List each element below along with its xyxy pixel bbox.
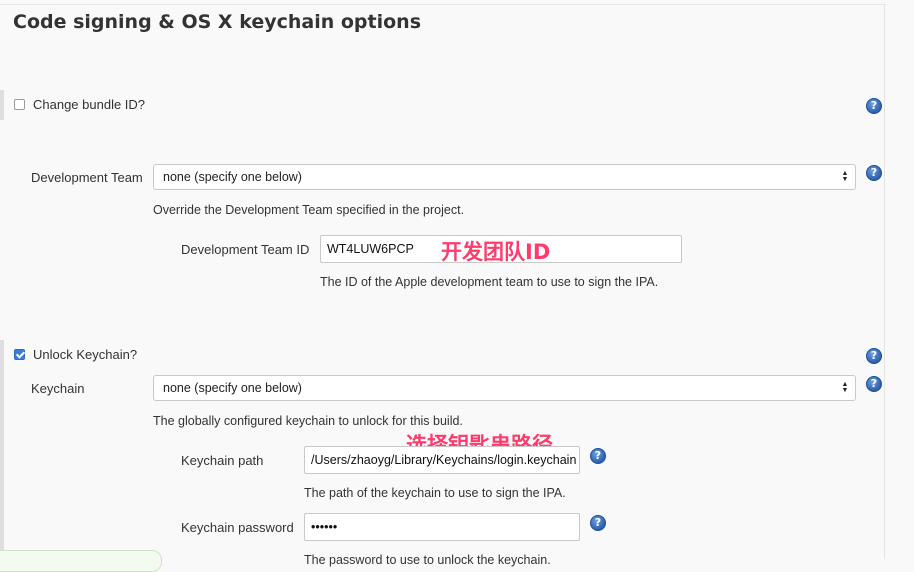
help-icon[interactable]: ? [866, 348, 882, 364]
bottom-panel-tab [0, 550, 162, 572]
unlock-keychain-checkbox[interactable] [14, 349, 25, 360]
keychain-select[interactable]: none (specify one below) ▲ ▼ [153, 375, 856, 401]
keychain-label: Keychain [31, 381, 85, 396]
keychain-path-label: Keychain path [181, 453, 264, 468]
help-icon[interactable]: ? [866, 98, 882, 114]
keychain-path-description: The path of the keychain to use to sign … [304, 486, 566, 500]
keychain-password-label: Keychain password [181, 520, 294, 535]
help-icon[interactable]: ? [866, 376, 882, 392]
unlock-keychain-label: Unlock Keychain? [33, 347, 138, 362]
select-arrows-icon: ▲ ▼ [841, 170, 849, 183]
right-divider [884, 4, 885, 559]
development-team-label: Development Team [31, 170, 143, 185]
help-icon[interactable]: ? [590, 515, 606, 531]
section-bar-keychain [0, 340, 4, 559]
development-team-id-label: Development Team ID [181, 242, 310, 257]
development-team-description: Override the Development Team specified … [153, 203, 465, 217]
top-divider [0, 4, 886, 5]
keychain-password-description: The password to use to unlock the keycha… [304, 553, 551, 567]
change-bundle-id-label: Change bundle ID? [33, 97, 146, 112]
help-icon[interactable]: ? [590, 448, 606, 464]
development-team-select-value: none (specify one below) [163, 170, 302, 184]
team-id-annotation: 开发团队ID [441, 240, 551, 264]
change-bundle-id-checkbox[interactable] [14, 99, 25, 110]
development-team-select[interactable]: none (specify one below) ▲ ▼ [153, 164, 856, 190]
select-arrows-icon: ▲ ▼ [841, 381, 849, 394]
keychain-path-input[interactable]: /Users/zhaoyg/Library/Keychains/login.ke… [304, 446, 580, 474]
keychain-password-input[interactable]: •••••• [304, 513, 580, 541]
development-team-id-description: The ID of the Apple development team to … [320, 275, 659, 289]
keychain-select-value: none (specify one below) [163, 381, 302, 395]
section-bar-bundle [0, 90, 4, 120]
keychain-description: The globally configured keychain to unlo… [153, 414, 463, 428]
help-icon[interactable]: ? [866, 165, 882, 181]
section-title: Code signing & OS X keychain options [13, 11, 421, 33]
